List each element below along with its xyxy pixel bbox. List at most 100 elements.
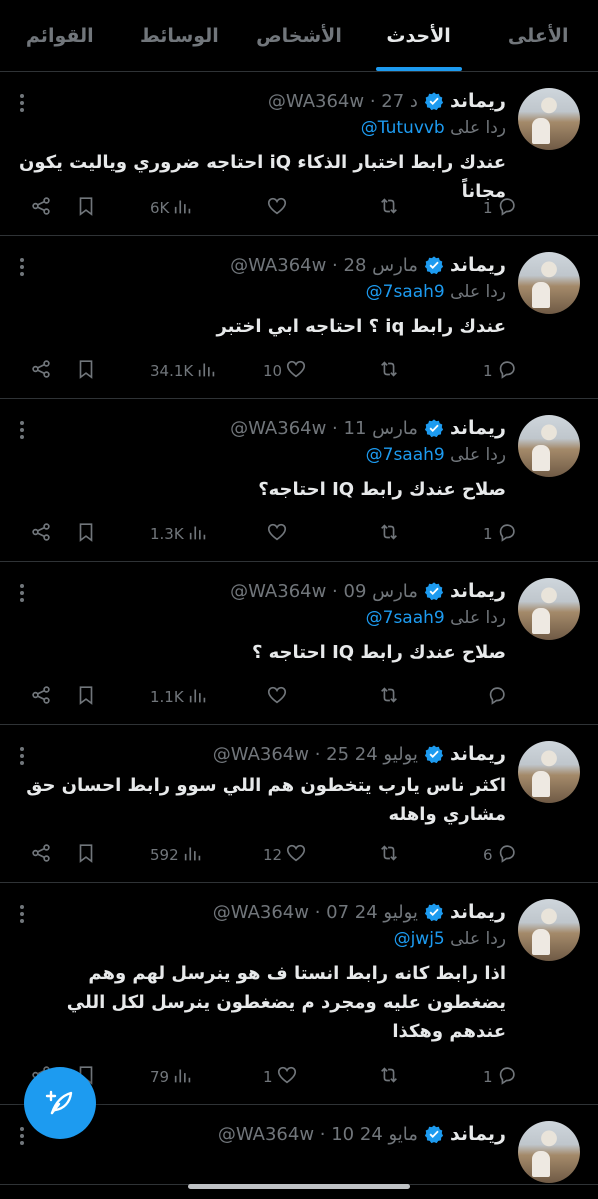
author-handle[interactable]: @WA364w <box>230 255 326 276</box>
retweet-icon <box>378 358 400 384</box>
tweet-date[interactable]: 28 مارس <box>344 255 418 276</box>
author-handle[interactable]: @WA364w <box>230 581 326 602</box>
tab-lists[interactable]: القوائم <box>0 0 120 71</box>
share-button[interactable] <box>30 358 52 384</box>
author-handle[interactable]: @WA364w <box>213 902 309 923</box>
tweet-date[interactable]: 09 مارس <box>344 581 418 602</box>
reply-button[interactable]: 1 <box>480 195 518 221</box>
reply-button[interactable]: 6 <box>480 842 518 868</box>
tweet-item[interactable]: ريماند @WA364w · 27 د ردا على @Tutuvvb عندك… <box>0 72 598 236</box>
more-icon[interactable] <box>18 258 24 276</box>
more-icon[interactable] <box>18 747 24 765</box>
like-button[interactable] <box>260 684 288 710</box>
bookmark-button[interactable] <box>75 521 97 547</box>
views-button[interactable]: 592 <box>147 842 204 868</box>
author-handle[interactable]: @WA364w <box>268 91 364 112</box>
tweet-date[interactable]: 25 يوليو 24 <box>326 744 418 765</box>
like-button[interactable]: 12 <box>260 842 307 868</box>
share-button[interactable] <box>30 684 52 710</box>
retweet-button[interactable] <box>378 358 406 384</box>
views-button[interactable]: 79 <box>147 1064 194 1090</box>
tweet-meta: @WA364w · 27 د <box>267 90 418 112</box>
reply-handle[interactable]: @7saah9 <box>366 445 445 465</box>
verified-icon <box>424 745 444 764</box>
bookmark-button[interactable] <box>75 195 97 221</box>
more-icon[interactable] <box>18 584 24 602</box>
like-count: 12 <box>263 846 283 864</box>
more-icon[interactable] <box>18 421 24 439</box>
like-button[interactable]: 1 <box>260 1064 298 1090</box>
verified-icon <box>424 903 444 922</box>
author-name[interactable]: ريماند <box>450 580 506 602</box>
views-button[interactable]: 34.1K <box>147 358 218 384</box>
retweet-button[interactable] <box>378 521 406 547</box>
author-name[interactable]: ريماند <box>450 743 506 765</box>
tweet-date[interactable]: 07 يوليو 24 <box>326 902 418 923</box>
tab-latest[interactable]: الأحدث <box>359 0 479 71</box>
tab-people[interactable]: الأشخاص <box>239 0 359 71</box>
reply-icon <box>496 842 518 868</box>
bookmark-button[interactable] <box>75 358 97 384</box>
more-icon[interactable] <box>18 1127 24 1145</box>
tweet-item[interactable]: ريماند @WA364w · 28 مارس ردا على @7saah9 عن… <box>0 236 598 399</box>
share-button[interactable] <box>30 195 52 221</box>
bookmark-button[interactable] <box>75 684 97 710</box>
author-name[interactable]: ريماند <box>450 417 506 439</box>
more-icon[interactable] <box>18 905 24 923</box>
author-name[interactable]: ريماند <box>450 254 506 276</box>
reply-handle[interactable]: @7saah9 <box>366 608 445 628</box>
retweet-button[interactable] <box>378 1064 406 1090</box>
avatar[interactable] <box>518 88 580 150</box>
views-button[interactable]: 6K <box>147 195 194 221</box>
tweet-date[interactable]: 27 د <box>381 91 418 112</box>
views-button[interactable]: 1.1K <box>147 684 209 710</box>
avatar[interactable] <box>518 415 580 477</box>
tweet-item[interactable]: ريماند @WA364w · 07 يوليو 24 ردا على @jwj5… <box>0 883 598 1105</box>
reply-button[interactable]: 1 <box>480 358 518 384</box>
like-button[interactable] <box>260 521 288 547</box>
views-button[interactable]: 1.3K <box>147 521 209 547</box>
more-icon[interactable] <box>18 94 24 112</box>
author-name[interactable]: ريماند <box>450 1123 506 1145</box>
avatar[interactable] <box>518 578 580 640</box>
reply-handle[interactable]: @Tutuvvb <box>361 118 445 138</box>
reply-button[interactable] <box>480 684 508 710</box>
bookmark-button[interactable] <box>75 842 97 868</box>
tab-top[interactable]: الأعلى <box>478 0 598 71</box>
author-handle[interactable]: @WA364w <box>218 1124 314 1145</box>
author-handle[interactable]: @WA364w <box>230 418 326 439</box>
reply-button[interactable]: 1 <box>480 1064 518 1090</box>
views-count: 1.1K <box>150 688 184 706</box>
reply-count: 6 <box>483 846 493 864</box>
retweet-icon <box>378 684 400 710</box>
author-name[interactable]: ريماند <box>450 90 506 112</box>
avatar[interactable] <box>518 1121 580 1183</box>
retweet-button[interactable] <box>378 684 406 710</box>
tweet-date[interactable]: 11 مارس <box>344 418 418 439</box>
compose-button[interactable] <box>24 1067 96 1139</box>
author-name[interactable]: ريماند <box>450 901 506 923</box>
avatar[interactable] <box>518 741 580 803</box>
tweet-item[interactable]: ريماند @WA364w · 25 يوليو 24 اكثر ناس يارب… <box>0 725 598 883</box>
share-button[interactable] <box>30 842 52 868</box>
retweet-button[interactable] <box>378 195 406 221</box>
avatar[interactable] <box>518 899 580 961</box>
tweet-actions: 1.3K 1 <box>20 521 515 547</box>
tweet-actions: 79 1 1 <box>20 1064 515 1090</box>
tweet-item[interactable]: ريماند @WA364w · 11 مارس ردا على @7saah9 صل… <box>0 399 598 562</box>
reply-button[interactable]: 1 <box>480 521 518 547</box>
author-handle[interactable]: @WA364w <box>213 744 309 765</box>
tab-media[interactable]: الوسائط <box>120 0 240 71</box>
retweet-button[interactable] <box>378 842 406 868</box>
reply-handle[interactable]: @jwj5 <box>394 929 445 949</box>
active-tab-indicator <box>375 67 462 71</box>
bookmark-icon <box>75 521 97 547</box>
tweet-meta: @WA364w · 07 يوليو 24 <box>212 901 418 923</box>
like-button[interactable]: 10 <box>260 358 307 384</box>
tweet-date[interactable]: 10 مايو 24 <box>331 1124 418 1145</box>
share-button[interactable] <box>30 521 52 547</box>
avatar[interactable] <box>518 252 580 314</box>
reply-handle[interactable]: @7saah9 <box>366 282 445 302</box>
tweet-item[interactable]: ريماند @WA364w · 09 مارس ردا على @7saah9 صل… <box>0 562 598 725</box>
like-button[interactable] <box>260 195 288 221</box>
